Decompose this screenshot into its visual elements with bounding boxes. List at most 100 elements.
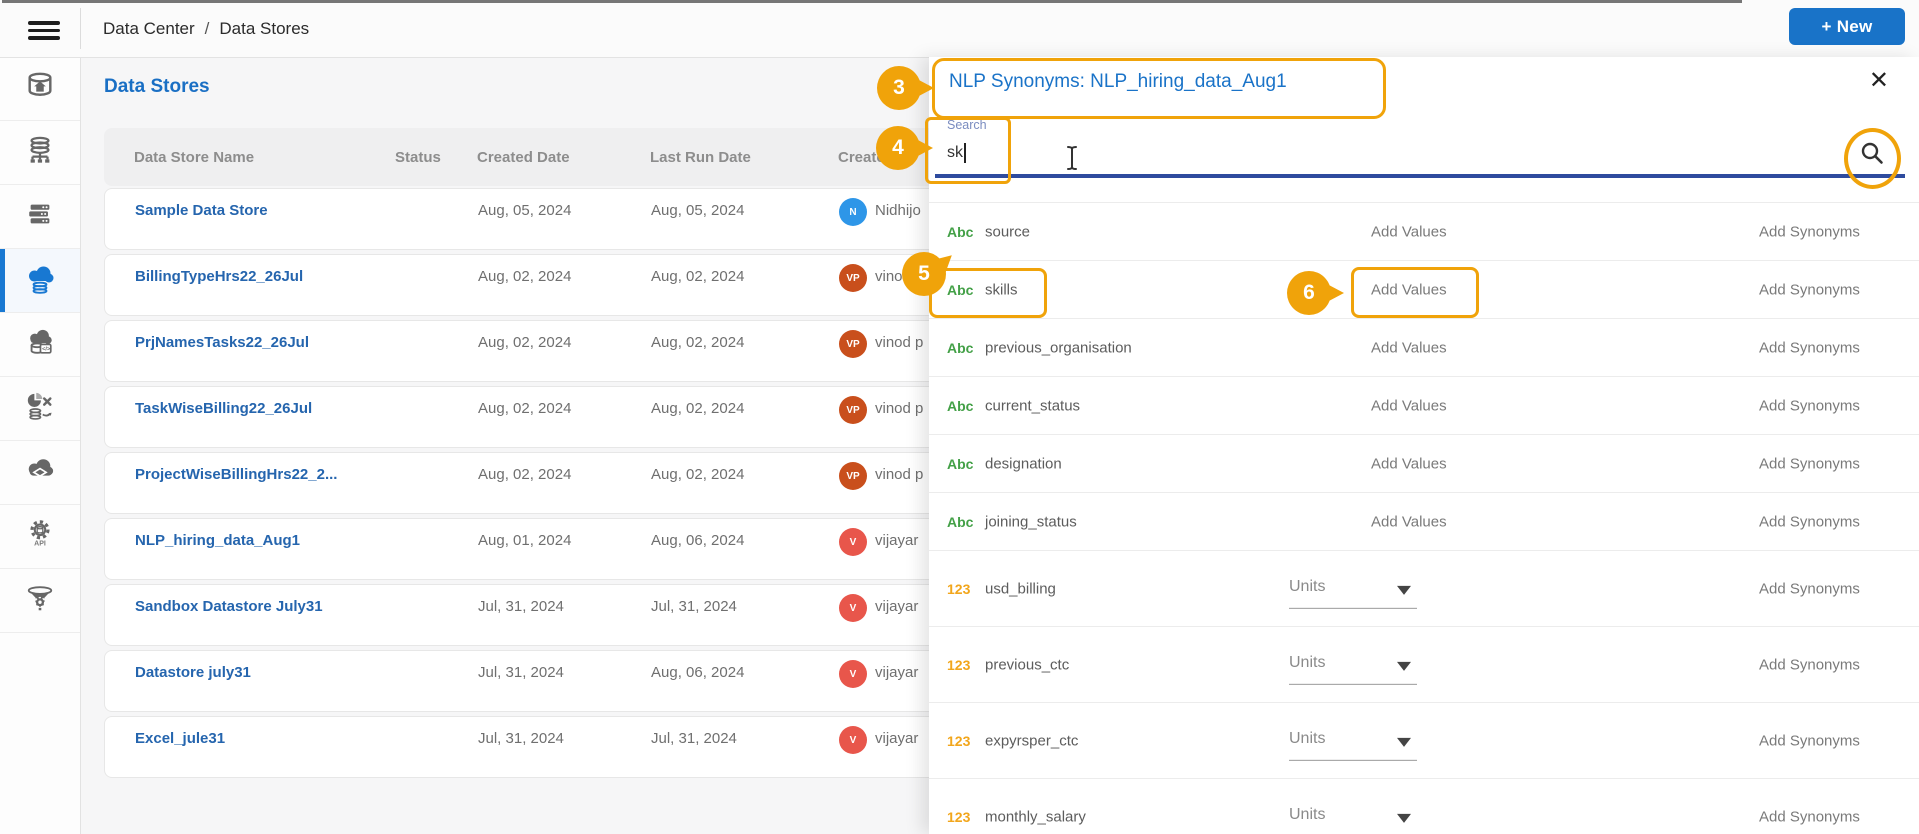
- breadcrumb-item-data-center[interactable]: Data Center: [103, 19, 195, 39]
- add-synonyms-link[interactable]: Add Synonyms: [1759, 455, 1860, 472]
- add-synonyms-link[interactable]: Add Synonyms: [1759, 223, 1860, 240]
- status-cell: [396, 585, 466, 645]
- svg-text:API: API: [34, 541, 46, 548]
- avatar: V: [839, 726, 867, 754]
- add-synonyms-link[interactable]: Add Synonyms: [1759, 732, 1860, 749]
- dropdown-caret-icon: [1397, 737, 1411, 747]
- field-row-monthly-salary: 123 monthly_salary Units Add Synonyms: [929, 779, 1919, 834]
- field-name: previous_ctc: [985, 656, 1070, 673]
- datastore-link[interactable]: PrjNamesTasks22_26Jul: [135, 321, 385, 381]
- text-type-icon: Abc: [947, 397, 974, 414]
- sidebar-item-database-home[interactable]: [0, 57, 80, 121]
- add-values-link[interactable]: Add Values: [1371, 281, 1501, 298]
- avatar: V: [839, 660, 867, 688]
- sidebar-item-cloud-database[interactable]: [0, 249, 80, 313]
- datastore-link[interactable]: BillingTypeHrs22_26Jul: [135, 255, 385, 315]
- sidebar-item-database-network[interactable]: [0, 121, 80, 185]
- breadcrumb-item-data-stores[interactable]: Data Stores: [219, 19, 309, 39]
- created-date-cell: Aug, 01, 2024: [478, 532, 572, 549]
- avatar: VP: [839, 330, 867, 358]
- avatar: N: [839, 198, 867, 226]
- datastore-link[interactable]: TaskWiseBilling22_26Jul: [135, 387, 385, 447]
- column-header-status: Status: [395, 148, 441, 166]
- datastore-link[interactable]: Datastore july31: [135, 651, 385, 711]
- field-list: Abc source Add Values Add Synonyms Abc s…: [929, 202, 1919, 834]
- created-date-cell: Aug, 02, 2024: [478, 334, 572, 351]
- created-date-cell: Aug, 02, 2024: [478, 268, 572, 285]
- topbar-divider: [80, 8, 81, 49]
- chart-database-icon: [25, 391, 55, 426]
- field-name: skills: [985, 281, 1018, 298]
- add-values-link[interactable]: Add Values: [1371, 397, 1501, 414]
- search-input[interactable]: sk: [947, 141, 1067, 165]
- field-row-current-status: Abc current_status Add Values Add Synony…: [929, 377, 1919, 435]
- created-date-cell: Jul, 31, 2024: [478, 730, 564, 747]
- avatar: VP: [839, 462, 867, 490]
- callout-badge-3: 3: [877, 66, 934, 110]
- callout-badge-6: 6: [1287, 271, 1344, 315]
- units-dropdown[interactable]: Units: [1289, 729, 1417, 761]
- add-values-link[interactable]: Add Values: [1371, 223, 1501, 240]
- database-home-icon: [25, 71, 55, 106]
- new-button[interactable]: + New: [1789, 8, 1905, 45]
- add-synonyms-link[interactable]: Add Synonyms: [1759, 656, 1860, 673]
- status-cell: [396, 321, 466, 381]
- callout-badge-4: 4: [876, 126, 933, 170]
- breadcrumb-separator: /: [204, 18, 210, 38]
- units-dropdown[interactable]: Units: [1289, 805, 1417, 823]
- datastore-link[interactable]: Sample Data Store: [135, 189, 385, 249]
- add-synonyms-link[interactable]: Add Synonyms: [1759, 580, 1860, 597]
- add-synonyms-link[interactable]: Add Synonyms: [1759, 281, 1860, 298]
- add-values-link[interactable]: Add Values: [1371, 513, 1501, 530]
- sidebar-item-cloud-code[interactable]: </>: [0, 313, 80, 377]
- status-cell: [396, 189, 466, 249]
- add-values-link[interactable]: Add Values: [1371, 455, 1501, 472]
- add-synonyms-link[interactable]: Add Synonyms: [1759, 397, 1860, 414]
- units-dropdown[interactable]: Units: [1289, 577, 1417, 609]
- column-header-created: Created Date: [477, 148, 570, 166]
- numeric-type-icon: 123: [947, 808, 971, 825]
- avatar: V: [839, 594, 867, 622]
- column-header-name: Data Store Name: [134, 148, 255, 166]
- numeric-type-icon: 123: [947, 580, 971, 597]
- last-run-cell: Aug, 02, 2024: [651, 466, 745, 483]
- status-cell: [396, 519, 466, 579]
- datastore-link[interactable]: ProjectWiseBillingHrs22_2...: [135, 453, 385, 513]
- datastore-link[interactable]: Sandbox Datastore July31: [135, 585, 385, 645]
- field-row-designation: Abc designation Add Values Add Synonyms: [929, 435, 1919, 493]
- field-row-previous-organisation: Abc previous_organisation Add Values Add…: [929, 319, 1919, 377]
- sidebar-item-api-gear[interactable]: API: [0, 505, 80, 569]
- sidebar-item-cloud-cube[interactable]: [0, 441, 80, 505]
- creator-name: vijayar: [875, 664, 919, 681]
- status-cell: [396, 255, 466, 315]
- field-name: source: [985, 223, 1031, 240]
- field-name: expyrsper_ctc: [985, 732, 1079, 749]
- add-synonyms-link[interactable]: Add Synonyms: [1759, 513, 1860, 530]
- avatar: VP: [839, 396, 867, 424]
- sidebar: </> API: [0, 57, 81, 834]
- sidebar-item-funnel-gear[interactable]: [0, 569, 80, 633]
- units-dropdown[interactable]: Units: [1289, 653, 1417, 685]
- last-run-cell: Jul, 31, 2024: [651, 730, 737, 747]
- field-name: monthly_salary: [985, 808, 1086, 825]
- add-synonyms-link[interactable]: Add Synonyms: [1759, 808, 1860, 825]
- sidebar-item-chart-database[interactable]: [0, 377, 80, 441]
- add-values-link[interactable]: Add Values: [1371, 339, 1501, 356]
- add-synonyms-link[interactable]: Add Synonyms: [1759, 339, 1860, 356]
- search-icon[interactable]: [1857, 138, 1887, 173]
- field-row-usd-billing: 123 usd_billing Units Add Synonyms: [929, 551, 1919, 627]
- breadcrumb: Data Center / Data Stores: [103, 0, 309, 57]
- close-icon[interactable]: ✕: [1869, 69, 1889, 93]
- datastore-link[interactable]: NLP_hiring_data_Aug1: [135, 519, 385, 579]
- text-type-icon: Abc: [947, 513, 974, 530]
- datastore-link[interactable]: Excel_jule31: [135, 717, 385, 777]
- menu-icon[interactable]: [28, 17, 60, 41]
- creator-name: vijayar: [875, 598, 919, 615]
- sidebar-item-server-rack[interactable]: [0, 185, 80, 249]
- field-name: previous_organisation: [985, 339, 1132, 356]
- last-run-cell: Aug, 06, 2024: [651, 664, 745, 681]
- creator-name: vijayar: [875, 730, 919, 747]
- text-type-icon: Abc: [947, 455, 974, 472]
- last-run-cell: Aug, 06, 2024: [651, 532, 745, 549]
- search-input-underline: [935, 174, 1905, 178]
